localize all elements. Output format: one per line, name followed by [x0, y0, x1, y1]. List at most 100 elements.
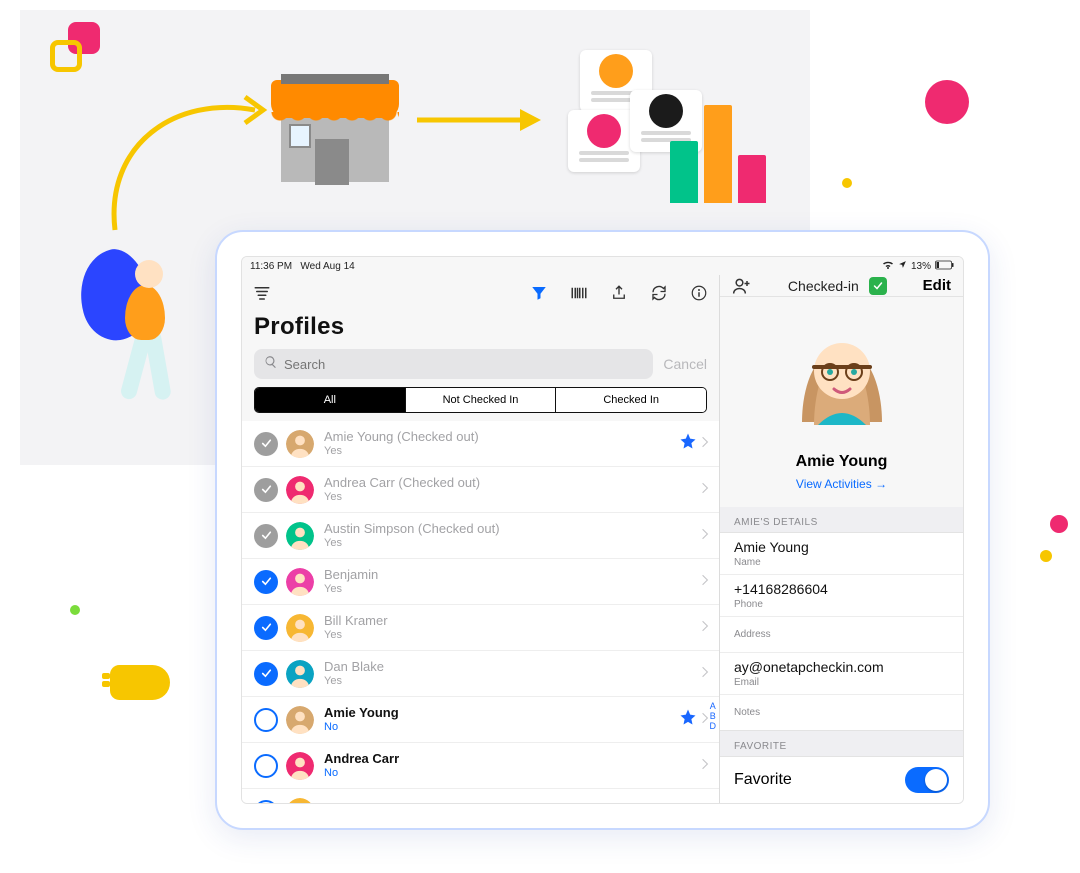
profile-row[interactable]: Bill Kramer Yes: [242, 605, 719, 651]
refresh-icon[interactable]: [649, 283, 669, 303]
profiles-pane: Profiles Cancel All Not Checked In: [242, 275, 720, 803]
detail-value: Amie Young: [734, 539, 949, 555]
row-name: Bill Kramer: [324, 614, 701, 628]
row-avatar: [286, 798, 314, 804]
page-title: Profiles: [242, 311, 719, 349]
detail-label: Address: [734, 623, 949, 646]
row-text: Amie Young (Checked out) Yes: [324, 430, 679, 458]
tab-checked-in[interactable]: Checked In: [555, 388, 706, 412]
row-avatar: [286, 568, 314, 596]
row-status-icon[interactable]: [254, 800, 278, 804]
decor-lightbulb-icon: [110, 665, 170, 700]
row-text: Amie Young No: [324, 706, 679, 734]
location-icon: [898, 260, 907, 272]
row-avatar: [286, 614, 314, 642]
row-status-icon[interactable]: [254, 616, 278, 640]
row-sub: Yes: [324, 582, 701, 596]
detail-item[interactable]: +14168286604 Phone: [720, 575, 963, 617]
chevron-right-icon: [701, 711, 709, 729]
edit-button[interactable]: Edit: [923, 277, 951, 294]
checked-in-badge-icon[interactable]: [869, 277, 887, 295]
row-name: Benjamin: [324, 568, 701, 582]
profiles-list[interactable]: A B D Amie Young (Checked out) Yes Andre…: [242, 421, 719, 803]
row-status-icon[interactable]: [254, 754, 278, 778]
row-status-icon[interactable]: [254, 708, 278, 732]
detail-item[interactable]: ay@onetapcheckin.com Email: [720, 653, 963, 695]
profile-row[interactable]: Amie Young No: [242, 697, 719, 743]
profile-row[interactable]: Amie Young (Checked out) Yes: [242, 421, 719, 467]
profile-row[interactable]: Dan Blake Yes: [242, 651, 719, 697]
row-status-icon[interactable]: [254, 478, 278, 502]
details-section-label: AMIE'S DETAILS: [720, 507, 963, 532]
decor-dot-yellow: [842, 178, 852, 188]
view-activities-link[interactable]: View Activities →: [796, 477, 887, 491]
tab-not-checked-in[interactable]: Not Checked In: [405, 388, 556, 412]
profile-row[interactable]: Austin Simpson (Checked out) Yes: [242, 513, 719, 559]
detail-item[interactable]: Amie Young Name: [720, 533, 963, 575]
decor-person-walking: [80, 250, 190, 430]
row-sub: Yes: [324, 490, 701, 504]
favorite-row: Favorite: [720, 756, 963, 803]
row-status-icon[interactable]: [254, 432, 278, 456]
decor-dot-yellow-2: [1040, 550, 1052, 562]
profiles-toolbar: [242, 275, 719, 311]
row-sub: No: [324, 720, 679, 734]
row-name: Austin Simpson (Checked out): [324, 522, 701, 536]
detail-item[interactable]: Address: [720, 617, 963, 653]
detail-value: +14168286604: [734, 581, 949, 597]
profile-row[interactable]: Andrea Carr No: [242, 743, 719, 789]
search-input[interactable]: [284, 357, 643, 372]
row-text: Bill Kramer Yes: [324, 614, 701, 642]
row-avatar: [286, 430, 314, 458]
segmented-control: All Not Checked In Checked In: [254, 387, 707, 413]
upload-icon[interactable]: [609, 283, 629, 303]
detail-item[interactable]: Notes: [720, 695, 963, 730]
filter-icon[interactable]: [529, 283, 549, 303]
ipad-device-frame: 11:36 PM Wed Aug 14 13%: [215, 230, 990, 830]
detail-toolbar: Checked-in Edit: [720, 275, 963, 297]
row-sub: Yes: [324, 536, 701, 550]
row-text: Dan Blake Yes: [324, 660, 701, 688]
row-sub: Yes: [324, 628, 701, 642]
status-battery: 13%: [911, 261, 931, 272]
search-input-wrap[interactable]: [254, 349, 653, 379]
detail-value: ay@onetapcheckin.com: [734, 659, 949, 675]
row-text: Benjamin Yes: [324, 568, 701, 596]
profile-row[interactable]: Andrea Carr (Checked out) Yes: [242, 467, 719, 513]
row-name: Amie Young: [324, 706, 679, 720]
tab-all[interactable]: All: [255, 388, 405, 412]
row-status-icon[interactable]: [254, 570, 278, 594]
row-status-icon[interactable]: [254, 524, 278, 548]
info-icon[interactable]: [689, 283, 709, 303]
status-time: 11:36 PM: [250, 261, 292, 272]
chevron-right-icon: [701, 573, 709, 591]
menu-icon[interactable]: [252, 283, 272, 303]
detail-label: Name: [734, 557, 949, 568]
chevron-right-icon: [701, 619, 709, 637]
add-person-icon[interactable]: [732, 276, 752, 296]
row-avatar: [286, 476, 314, 504]
profile-row[interactable]: Austin Simpson: [242, 789, 719, 803]
wifi-icon: [882, 260, 894, 273]
favorite-star-icon: [679, 708, 701, 731]
barcode-icon[interactable]: [569, 283, 589, 303]
search-icon: [264, 355, 278, 374]
profile-avatar: [772, 307, 912, 447]
chevron-right-icon: [701, 435, 709, 453]
detail-label: Phone: [734, 599, 949, 610]
decor-profiles-cluster: [550, 50, 770, 205]
detail-label: Notes: [734, 701, 949, 724]
row-avatar: [286, 522, 314, 550]
row-status-icon[interactable]: [254, 662, 278, 686]
chevron-right-icon: [701, 527, 709, 545]
detail-label: Email: [734, 677, 949, 688]
profile-row[interactable]: Benjamin Yes: [242, 559, 719, 605]
row-sub: No: [324, 766, 701, 780]
row-sub: Yes: [324, 444, 679, 458]
favorite-toggle[interactable]: [905, 767, 949, 793]
search-cancel[interactable]: Cancel: [663, 356, 707, 372]
favorite-label: Favorite: [734, 771, 792, 789]
profile-hero: Amie Young View Activities →: [720, 297, 963, 507]
index-letters[interactable]: A B D: [710, 701, 717, 731]
checked-in-label: Checked-in: [788, 278, 859, 294]
